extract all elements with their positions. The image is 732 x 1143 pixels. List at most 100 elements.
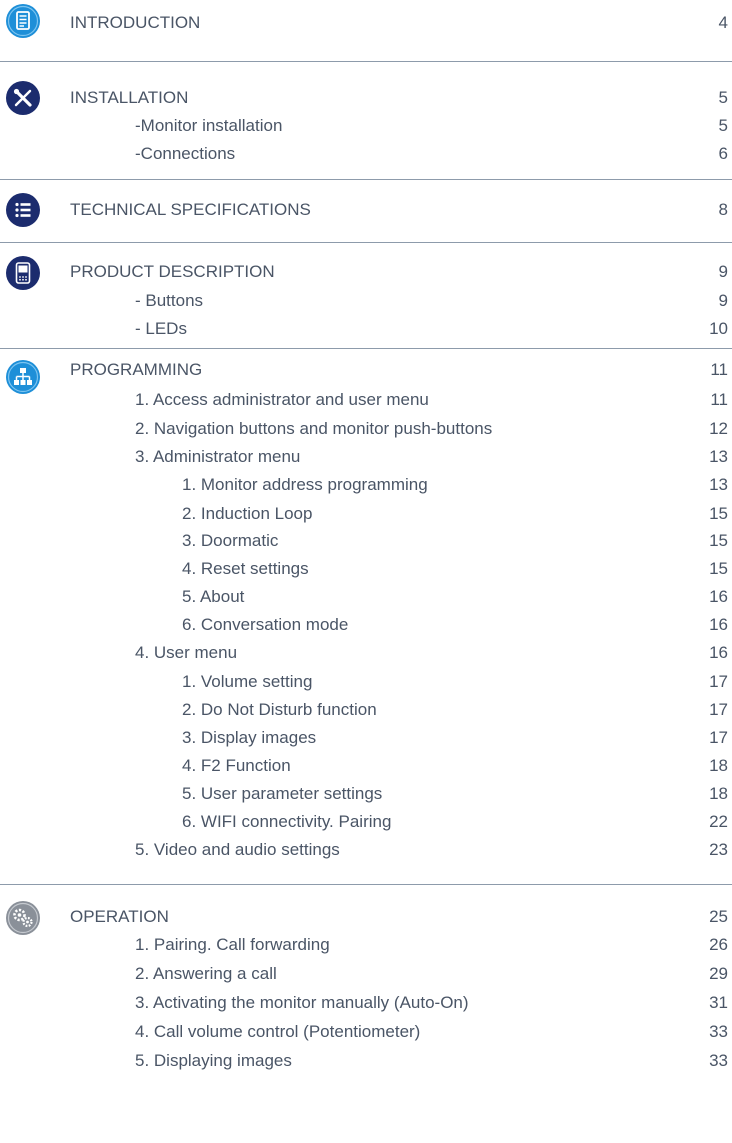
toc-heading-technical-specifications[interactable]: TECHNICAL SPECIFICATIONS 8 <box>0 199 732 221</box>
toc-heading-installation[interactable]: INSTALLATION 5 <box>0 87 732 109</box>
toc-heading-introduction[interactable]: INTRODUCTION 4 <box>0 12 732 34</box>
heading-title: OPERATION <box>70 907 169 926</box>
entry-label: 5. About <box>182 587 245 606</box>
entry-label: 3. Doormatic <box>182 531 279 550</box>
entry-label: 5. Video and audio settings <box>135 840 340 859</box>
toc-entry[interactable]: 3. Doormatic 15 <box>0 530 732 552</box>
toc-entry[interactable]: 4. F2 Function 18 <box>0 755 732 777</box>
entry-label: 2. Answering a call <box>135 964 277 983</box>
toc-entry[interactable]: - Buttons 9 <box>0 290 732 312</box>
page-number: 6 <box>718 144 728 163</box>
toc-entry[interactable]: 2. Navigation buttons and monitor push-b… <box>0 418 732 440</box>
page-number: 5 <box>718 88 728 107</box>
page-number: 29 <box>709 964 728 983</box>
toc-entry[interactable]: - LEDs 10 <box>0 318 732 340</box>
page-number: 17 <box>709 700 728 719</box>
toc-heading-programming[interactable]: PROGRAMMING 11 <box>0 359 732 381</box>
page-number: 12 <box>709 419 728 438</box>
entry-label: 2. Navigation buttons and monitor push-b… <box>135 419 493 438</box>
page-number: 5 <box>718 116 728 135</box>
toc-entry[interactable]: 2. Answering a call 29 <box>0 963 732 985</box>
toc-entry[interactable]: -Connections 6 <box>0 143 732 165</box>
divider <box>0 884 732 885</box>
toc-entry[interactable]: 1. Volume setting 17 <box>0 671 732 693</box>
heading-title: PRODUCT DESCRIPTION <box>70 262 275 281</box>
page-number: 15 <box>709 559 728 578</box>
page-number: 22 <box>709 812 728 831</box>
entry-label: 5. Displaying images <box>135 1051 292 1070</box>
page-number: 17 <box>709 672 728 691</box>
toc-entry[interactable]: 1. Monitor address programming 13 <box>0 474 732 496</box>
toc-entry[interactable]: 2. Do Not Disturb function 17 <box>0 699 732 721</box>
toc-entry[interactable]: 6. WIFI connectivity. Pairing 22 <box>0 811 732 833</box>
entry-label: 3. Activating the monitor manually (Auto… <box>135 993 469 1012</box>
toc-entry[interactable]: 1. Access administrator and user menu 11 <box>0 389 732 411</box>
toc-entry[interactable]: 1. Pairing. Call forwarding 26 <box>0 934 732 956</box>
heading-title: INTRODUCTION <box>70 13 201 32</box>
entry-label: 1. Monitor address programming <box>182 475 428 494</box>
page-number: 11 <box>710 390 728 409</box>
entry-label: - LEDs <box>135 319 187 338</box>
entry-label: 4. Call volume control (Potentiometer) <box>135 1022 421 1041</box>
page-number: 16 <box>709 643 728 662</box>
page-number: 25 <box>709 907 728 926</box>
heading-title: INSTALLATION <box>70 88 189 107</box>
divider <box>0 179 732 180</box>
entry-label: 6. Conversation mode <box>182 615 349 634</box>
entry-label: 1. Volume setting <box>182 672 313 691</box>
page-number: 10 <box>709 319 728 338</box>
divider <box>0 348 732 349</box>
divider <box>0 61 732 62</box>
page-number: 9 <box>718 262 728 281</box>
page-number: 16 <box>709 615 728 634</box>
entry-label: 5. User parameter settings <box>182 784 383 803</box>
entry-label: 1. Access administrator and user menu <box>135 390 429 409</box>
toc-entry[interactable]: 5. About 16 <box>0 586 732 608</box>
page-number: 15 <box>709 531 728 550</box>
page-number: 33 <box>709 1022 728 1041</box>
toc-entry[interactable]: 4. User menu 16 <box>0 642 732 664</box>
entry-label: 4. Reset settings <box>182 559 309 578</box>
page-number: 17 <box>709 728 728 747</box>
page-number: 18 <box>709 784 728 803</box>
page-number: 31 <box>709 993 728 1012</box>
page-number: 26 <box>709 935 728 954</box>
entry-label: 3. Administrator menu <box>135 447 301 466</box>
entry-label: 1. Pairing. Call forwarding <box>135 935 330 954</box>
toc-entry[interactable]: 4. Call volume control (Potentiometer) 3… <box>0 1021 732 1043</box>
toc-entry[interactable]: 5. Displaying images 33 <box>0 1050 732 1072</box>
table-of-contents: INTRODUCTION 4 INSTALLATION 5 -Monitor i… <box>0 0 732 1143</box>
entry-label: -Connections <box>135 144 236 163</box>
toc-heading-operation[interactable]: OPERATION 25 <box>0 906 732 928</box>
toc-entry[interactable]: -Monitor installation 5 <box>0 115 732 137</box>
toc-entry[interactable]: 6. Conversation mode 16 <box>0 614 732 636</box>
toc-entry[interactable]: 3. Administrator menu 13 <box>0 446 732 468</box>
heading-title: TECHNICAL SPECIFICATIONS <box>70 200 311 219</box>
toc-entry[interactable]: 3. Display images 17 <box>0 727 732 749</box>
entry-label: 2. Do Not Disturb function <box>182 700 377 719</box>
page-number: 16 <box>709 587 728 606</box>
page-number: 33 <box>709 1051 728 1070</box>
toc-entry[interactable]: 2. Induction Loop 15 <box>0 503 732 525</box>
page-number: 13 <box>709 475 728 494</box>
page-number: 8 <box>718 200 728 219</box>
page-number: 11 <box>710 360 728 379</box>
entry-label: 4. F2 Function <box>182 756 291 775</box>
entry-label: 3. Display images <box>182 728 317 747</box>
toc-heading-product-description[interactable]: PRODUCT DESCRIPTION 9 <box>0 261 732 283</box>
divider <box>0 242 732 243</box>
toc-entry[interactable]: 5. User parameter settings 18 <box>0 783 732 805</box>
page-number: 23 <box>709 840 728 859</box>
toc-entry[interactable]: 4. Reset settings 15 <box>0 558 732 580</box>
entry-label: 2. Induction Loop <box>182 504 313 523</box>
page-number: 13 <box>709 447 728 466</box>
toc-entry[interactable]: 3. Activating the monitor manually (Auto… <box>0 992 732 1014</box>
page-number: 15 <box>709 504 728 523</box>
page-number: 9 <box>718 291 728 310</box>
heading-title: PROGRAMMING <box>70 360 203 379</box>
entry-label: -Monitor installation <box>135 116 283 135</box>
toc-entry[interactable]: 5. Video and audio settings 23 <box>0 839 732 861</box>
page-number: 18 <box>709 756 728 775</box>
entry-label: 4. User menu <box>135 643 238 662</box>
page-number: 4 <box>718 13 728 32</box>
